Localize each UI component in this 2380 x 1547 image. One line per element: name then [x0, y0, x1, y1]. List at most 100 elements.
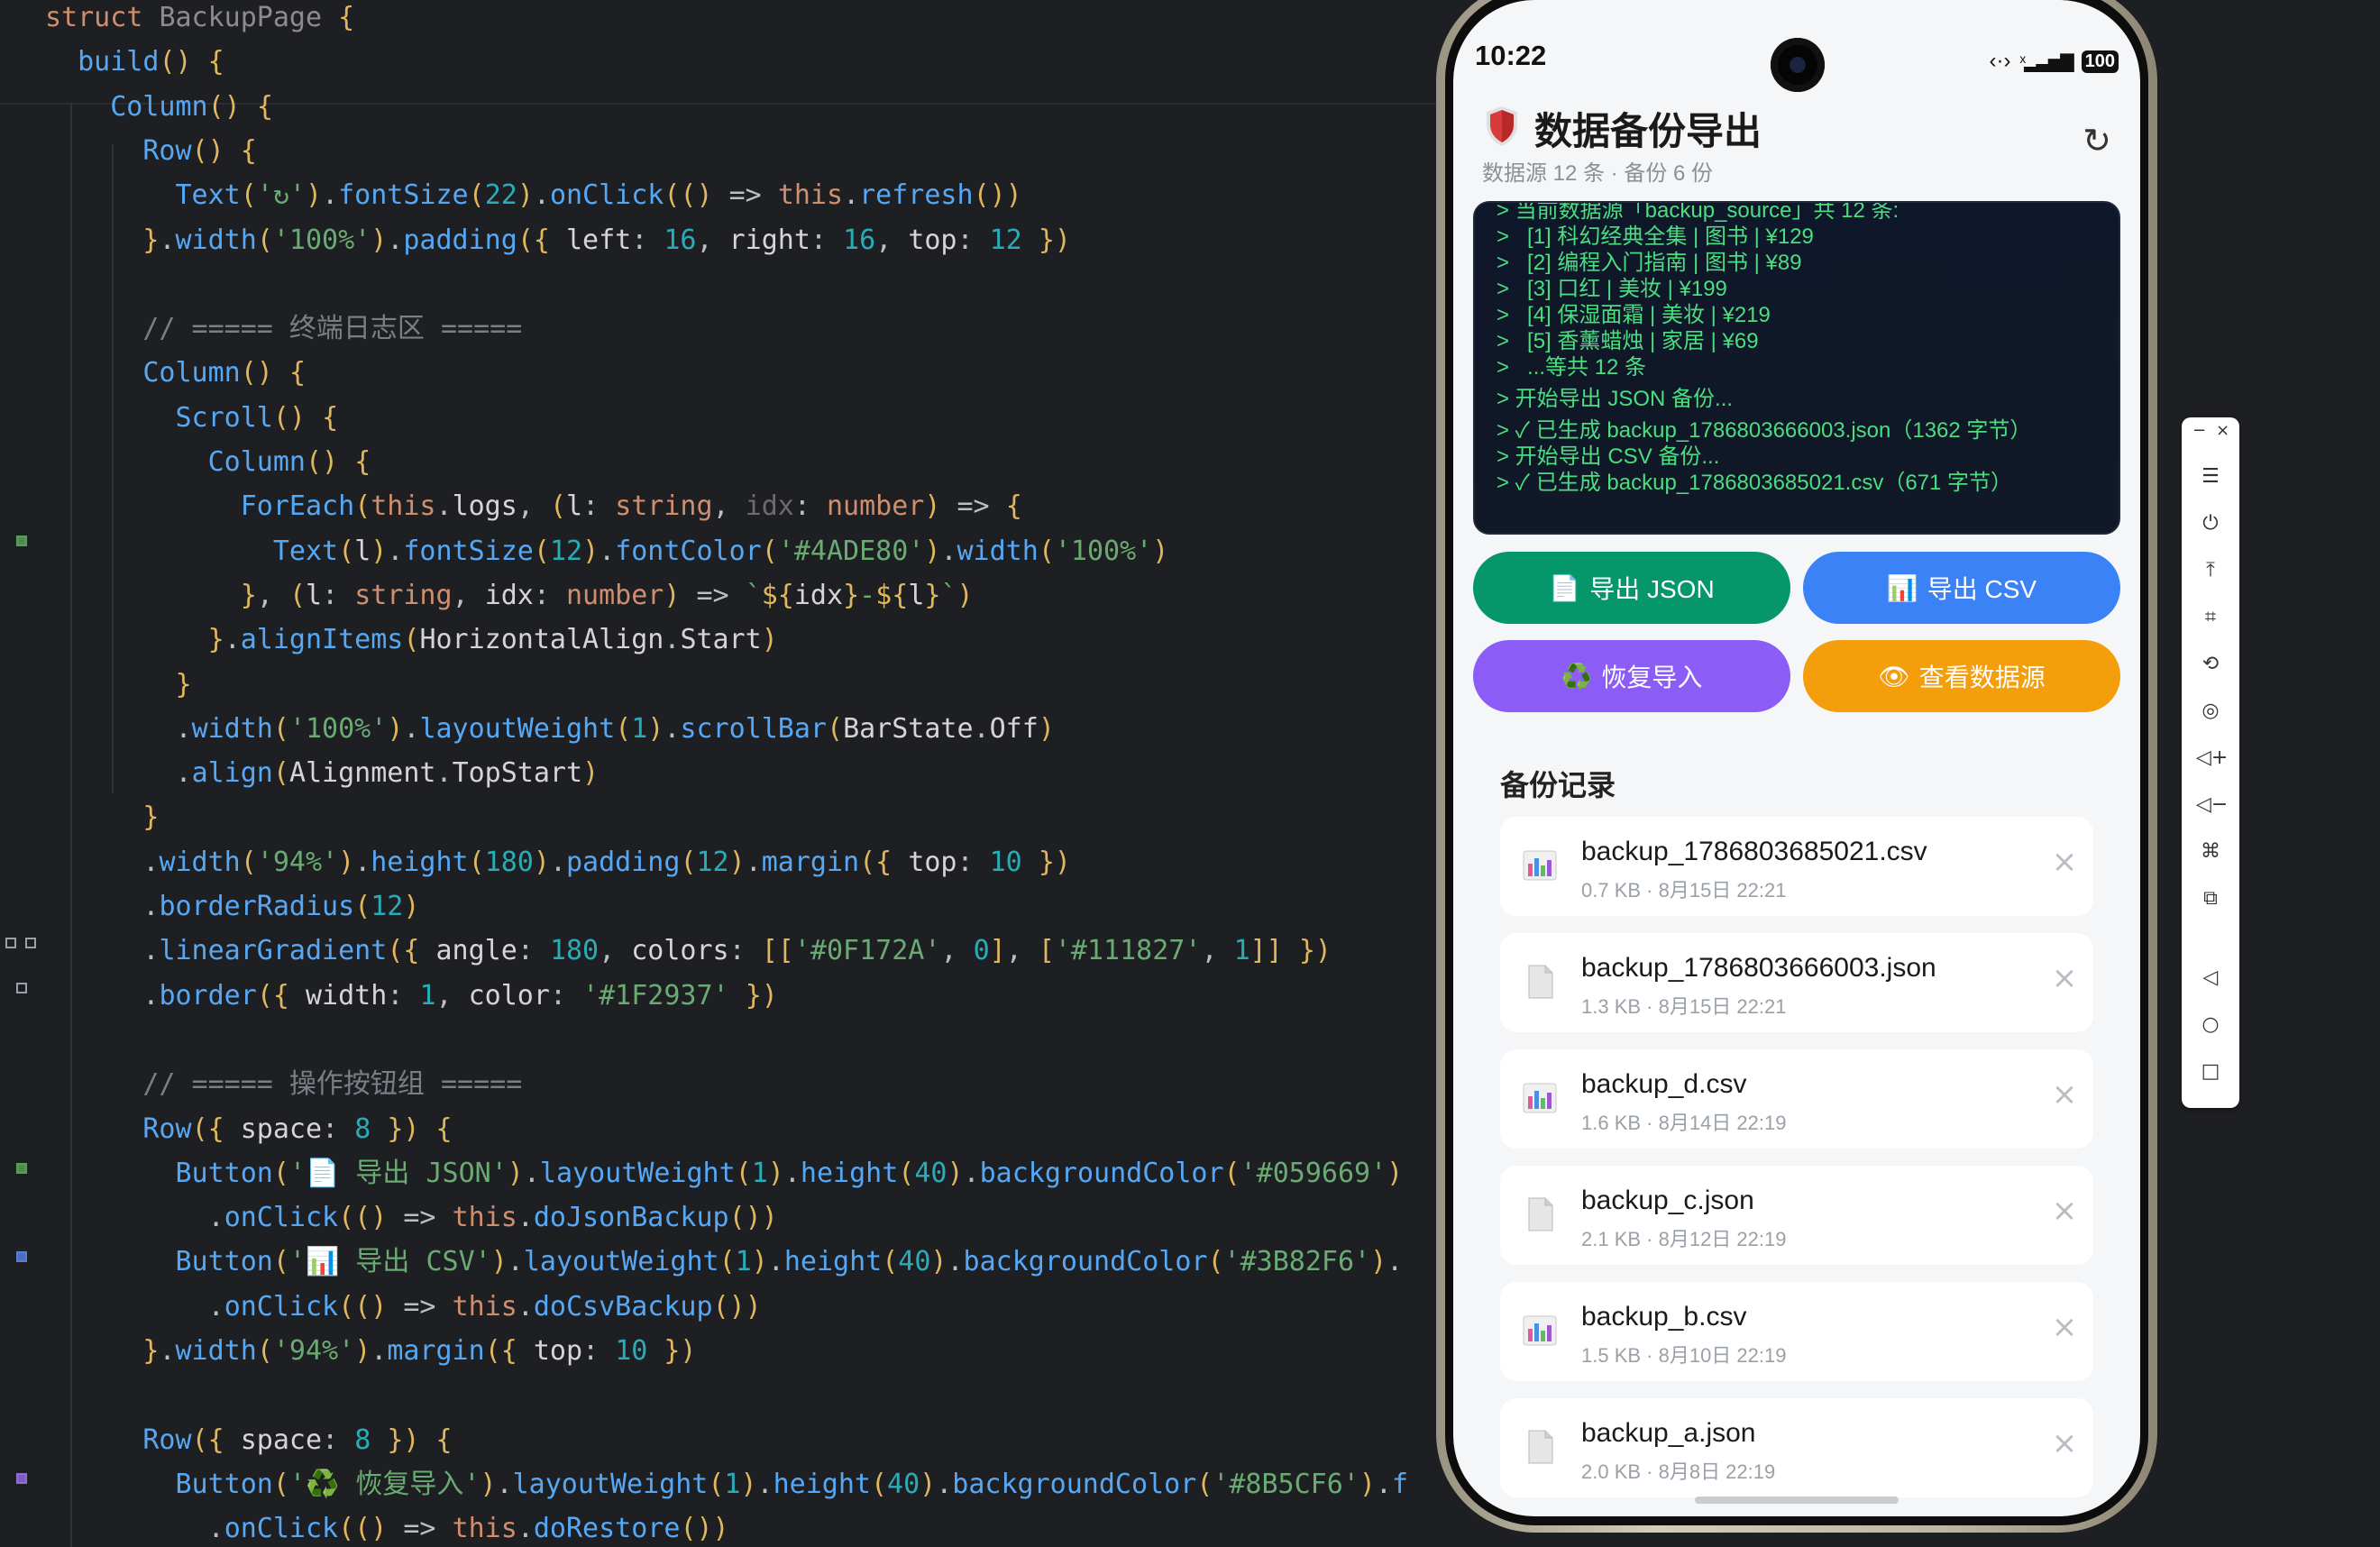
delete-icon[interactable]: × — [2050, 1312, 2079, 1342]
delete-icon[interactable]: × — [2050, 1195, 2079, 1226]
volume-down-icon[interactable]: ◁− — [2196, 791, 2228, 819]
pin-top-icon[interactable]: ⤒ — [2196, 556, 2225, 585]
menu-icon[interactable]: ☰ — [2196, 462, 2225, 491]
bar-chart-icon — [1523, 850, 1557, 881]
log-line: > ✓ 已生成 backup_1786803685021.csv（671 字节） — [1497, 471, 2013, 495]
code-line-text: .onClick(() => this.doRestore()) — [207, 1513, 729, 1545]
backup-card[interactable]: backup_a.json 2.0 KB · 8月8日 22:19 × — [1500, 1398, 2093, 1497]
section-title: 备份记录 — [1500, 769, 1616, 801]
battery-icon: 100 — [2081, 50, 2119, 73]
backup-file-meta: 0.7 KB · 8月15日 22:21 — [1581, 879, 1787, 902]
backup-card[interactable]: backup_1786803666003.json 1.3 KB · 8月15日 … — [1500, 933, 2093, 1032]
code-line-text: .onClick(() => this.doJsonBackup()) — [207, 1202, 778, 1234]
log-line: > 开始导出 JSON 备份... — [1497, 387, 1734, 411]
backup-file-meta: 1.3 KB · 8月15日 22:21 — [1581, 995, 1787, 1018]
backup-card[interactable]: backup_c.json 2.1 KB · 8月12日 22:19 × — [1500, 1166, 2093, 1265]
code-line-text: Scroll() { — [175, 401, 339, 434]
recycle-icon: ♻️ — [1561, 662, 1593, 691]
export-json-label: 导出 JSON — [1589, 575, 1715, 603]
backup-file-meta: 1.5 KB · 8月10日 22:19 — [1581, 1344, 1787, 1367]
code-editor[interactable]: struct BackupPage { build() { Column() {… — [0, 0, 1442, 1547]
screenshot-icon[interactable]: ⧉ — [2196, 884, 2225, 913]
code-line-text: Button('♻️ 恢复导入').layoutWeight(1).height… — [175, 1468, 1409, 1500]
backup-file-name: backup_1786803666003.json — [1581, 953, 1936, 983]
restore-button[interactable]: ♻️ 恢复导入 — [1473, 640, 1790, 712]
page-subtitle: 数据源 12 条 · 备份 6 份 — [1482, 161, 1714, 186]
eye-icon: 👁 — [1878, 662, 1910, 691]
restore-label: 恢复导入 — [1601, 664, 1703, 691]
backup-file-meta: 1.6 KB · 8月14日 22:19 — [1581, 1112, 1787, 1134]
gutter-color-marker — [25, 938, 36, 948]
gutter-color-marker — [16, 983, 27, 993]
code-line-text: Row({ space: 8 }) { — [142, 1423, 453, 1456]
code-line-text: .borderRadius(12) — [142, 891, 420, 922]
power-icon[interactable]: ⏻ — [2196, 509, 2225, 538]
code-line-text: } — [142, 801, 160, 834]
view-source-button[interactable]: 👁 查看数据源 — [1803, 640, 2120, 712]
code-line-text: Column() { — [207, 446, 371, 478]
shake-icon[interactable]: ⌘ — [2196, 838, 2225, 866]
backup-card[interactable]: backup_d.csv 1.6 KB · 8月14日 22:19 × — [1500, 1049, 2093, 1149]
code-line-text: ForEach(this.logs, (l: string, idx: numb… — [240, 490, 1022, 523]
location-icon[interactable]: ◎ — [2196, 697, 2225, 726]
minimize-icon[interactable]: − — [2192, 421, 2206, 440]
page-title: 数据备份导出 — [1534, 110, 1762, 152]
back-icon[interactable]: ◁ — [2196, 964, 2225, 993]
export-csv-button[interactable]: 📊 导出 CSV — [1803, 552, 2120, 624]
backup-file-name: backup_1786803685021.csv — [1581, 837, 1927, 866]
code-line-text: struct BackupPage { — [45, 2, 355, 33]
terminal-log[interactable]: > 当前数据源「backup_source」共 12 条: > [1] 科幻经典全… — [1473, 201, 2120, 535]
code-line-text: Button('📄 导出 JSON').layoutWeight(1).heig… — [175, 1157, 1404, 1189]
backup-card[interactable]: backup_b.csv 1.5 KB · 8月10日 22:19 × — [1500, 1282, 2093, 1381]
code-line-text: .width('94%').height(180).padding(12).ma… — [142, 846, 1071, 878]
delete-icon[interactable]: × — [2050, 963, 2079, 993]
document-icon — [1528, 965, 1553, 999]
code-line-text: build() { — [78, 46, 224, 78]
backup-file-name: backup_d.csv — [1581, 1069, 1747, 1099]
gutter-color-marker — [16, 1473, 27, 1484]
code-line-text: // ===== 终端日志区 ===== — [142, 313, 523, 345]
log-line: > ...等共 12 条 — [1497, 355, 1647, 380]
rotate-icon[interactable]: ⟲ — [2196, 650, 2225, 679]
code-line-text: // ===== 操作按钮组 ===== — [142, 1068, 523, 1101]
emulator-toolbar: − × ☰ ⏻ ⤒ ⌗ ⟲ ◎ ◁+ ◁− ⌘ ⧉ ◁ ○ □ — [2182, 417, 2239, 1108]
export-csv-label: 导出 CSV — [1927, 575, 2037, 603]
code-line-text: .border({ width: 1, color: '#1F2937' }) — [142, 979, 778, 1012]
shield-icon — [1487, 106, 1517, 146]
delete-icon[interactable]: × — [2050, 847, 2079, 877]
gutter-color-marker — [16, 1163, 27, 1174]
backup-file-meta: 2.0 KB · 8月8日 22:19 — [1581, 1460, 1776, 1483]
camera-lens — [1790, 57, 1806, 73]
recents-icon[interactable]: □ — [2196, 1057, 2225, 1086]
document-icon — [1528, 1430, 1553, 1464]
bar-chart-icon — [1523, 1083, 1557, 1113]
view-source-label: 查看数据源 — [1918, 664, 2046, 691]
backup-file-meta: 2.1 KB · 8月12日 22:19 — [1581, 1228, 1787, 1250]
code-line-text: Column() { — [110, 90, 273, 123]
home-indicator[interactable] — [1695, 1497, 1899, 1504]
code-line-text: }.width('100%').padding({ left: 16, righ… — [142, 224, 1071, 256]
code-line-text: }.alignItems(HorizontalAlign.Start) — [207, 624, 778, 656]
code-line-text: Text('↻').fontSize(22).onClick(() => thi… — [175, 179, 1022, 212]
gutter-color-marker — [16, 1251, 27, 1262]
phone-screen: 10:22 ‹·› ˣ▂▃▅▇ 100 数据备份导出 数据源 12 条 · 备份… — [1453, 0, 2140, 1516]
signal-icon: ˣ▂▃▅▇ — [2019, 51, 2074, 72]
delete-icon[interactable]: × — [2050, 1428, 2079, 1459]
backup-file-name: backup_b.csv — [1581, 1302, 1747, 1332]
code-line-text: Text(l).fontSize(12).fontColor('#4ADE80'… — [272, 535, 1169, 567]
nfc-icon: ‹·› — [1989, 49, 2011, 73]
export-json-button[interactable]: 📄 导出 JSON — [1473, 552, 1790, 624]
code-line-text: Row() { — [142, 134, 257, 167]
backup-card[interactable]: backup_1786803685021.csv 0.7 KB · 8月15日 2… — [1500, 817, 2093, 916]
bar-chart-icon: 📊 — [1886, 573, 1918, 602]
close-icon[interactable]: × — [2216, 421, 2229, 440]
volume-up-icon[interactable]: ◁+ — [2196, 744, 2228, 773]
code-line-text: Row({ space: 8 }) { — [142, 1112, 453, 1145]
delete-icon[interactable]: × — [2050, 1079, 2079, 1110]
code-line-text: .align(Alignment.TopStart) — [175, 757, 600, 790]
refresh-icon[interactable]: ↻ — [2079, 123, 2115, 159]
home-icon[interactable]: ○ — [2196, 1011, 2225, 1039]
document-icon: 📄 — [1549, 573, 1581, 602]
crop-icon[interactable]: ⌗ — [2196, 603, 2225, 632]
code-line-text: .onClick(() => this.doCsvBackup()) — [207, 1290, 762, 1323]
